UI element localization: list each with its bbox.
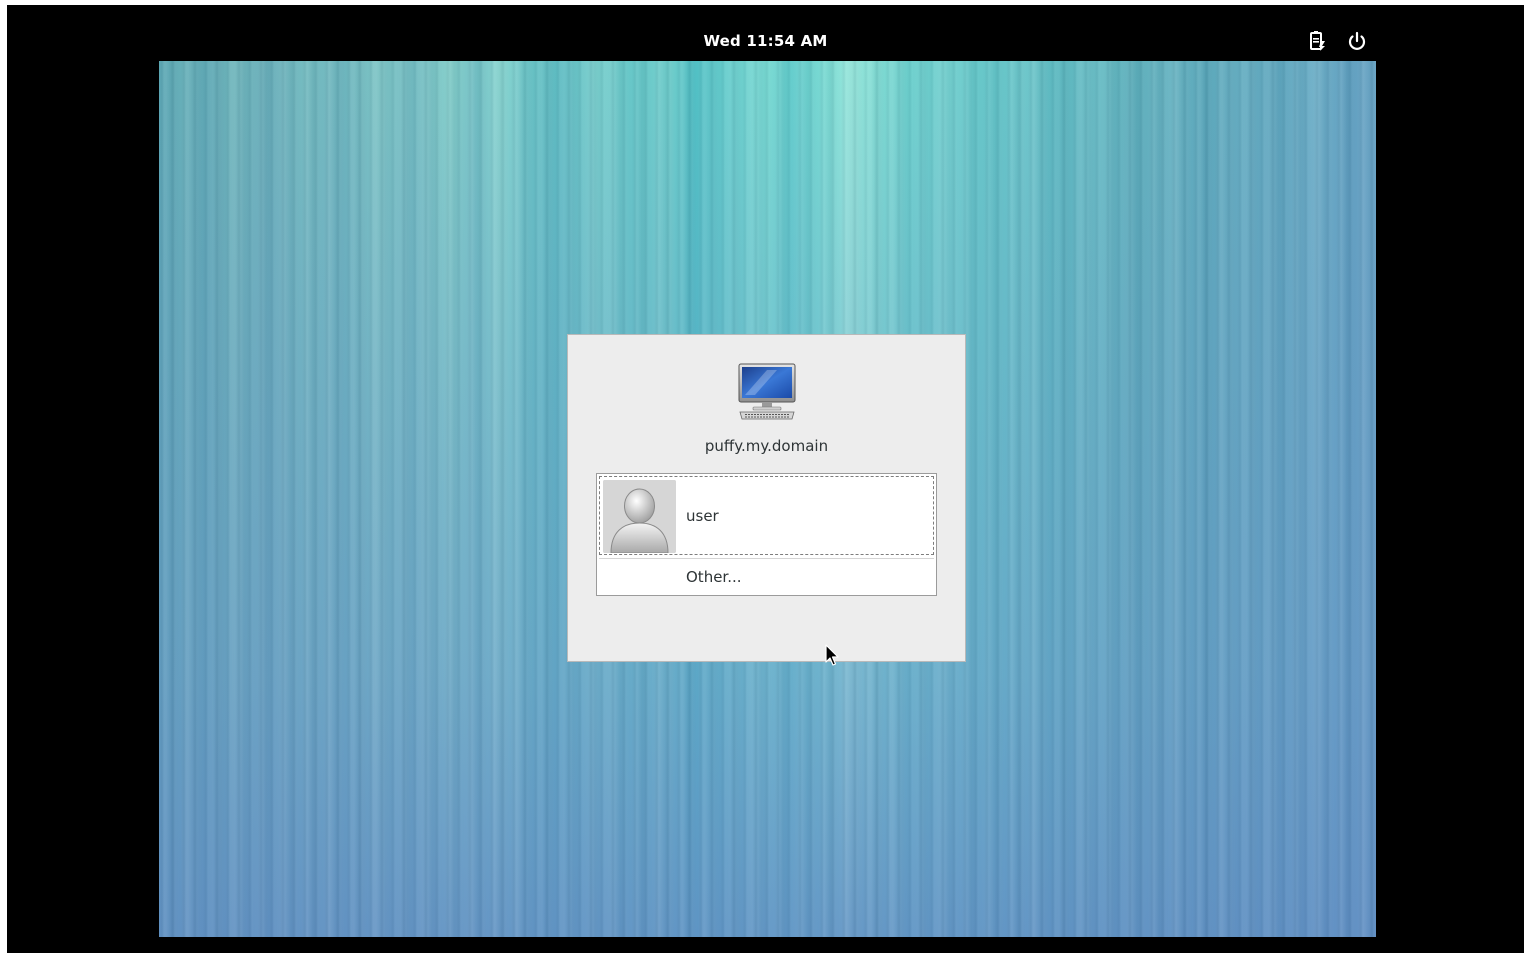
user-avatar-icon: [603, 480, 676, 553]
hostname-label: puffy.my.domain: [704, 437, 829, 455]
screen: Wed 11:54 AM puffy.my.domain user Other.…: [7, 5, 1524, 953]
battery-icon[interactable]: [1305, 29, 1329, 53]
user-list: user Other...: [596, 473, 937, 596]
top-panel: Wed 11:54 AM: [7, 5, 1524, 61]
power-icon[interactable]: [1345, 29, 1369, 53]
user-list-item[interactable]: user: [599, 476, 934, 555]
other-user-button[interactable]: Other...: [597, 559, 936, 595]
other-user-label: Other...: [686, 568, 742, 586]
mouse-pointer-icon: [825, 644, 841, 668]
clock[interactable]: Wed 11:54 AM: [7, 32, 1524, 50]
user-name-label: user: [686, 507, 719, 525]
computer-icon: [737, 362, 797, 422]
login-dialog: puffy.my.domain user Other...: [567, 334, 966, 662]
